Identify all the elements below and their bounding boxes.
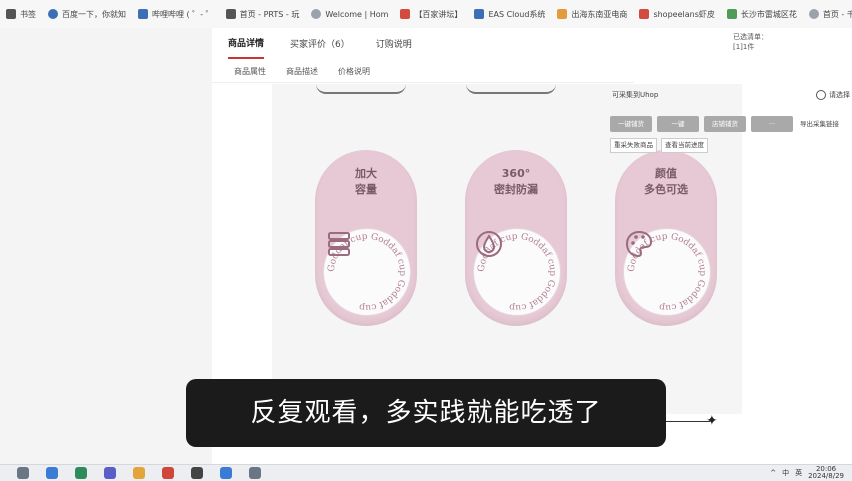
pill-label: 颜值 多色可选 xyxy=(644,167,688,196)
gear-icon xyxy=(816,90,826,100)
bookmark-item[interactable]: 【百家讲坛】 xyxy=(394,0,468,28)
shopee-icon xyxy=(639,9,650,19)
pill-top-outline xyxy=(316,84,406,94)
bookmark-item[interactable]: 哔哩哔哩 ( ゜- ゜ xyxy=(132,0,220,28)
one-click-button[interactable]: 一键 xyxy=(657,116,699,132)
taskbar: ^ 中 英 20:06 2024/8/29 xyxy=(0,464,852,481)
subtab-price-notes[interactable]: 价格说明 xyxy=(338,66,370,77)
left-margin xyxy=(0,28,212,464)
pill-label: 加大 容量 xyxy=(355,167,377,196)
app-icon[interactable] xyxy=(191,467,203,479)
more-button[interactable]: ··· xyxy=(751,116,793,132)
bookmark-item[interactable]: 百度一下，你就知 xyxy=(42,0,132,28)
map-icon xyxy=(726,9,737,19)
retry-failed-button[interactable]: 重采失败商品 xyxy=(610,138,657,153)
droplet-icon xyxy=(476,231,502,257)
browser-icon[interactable] xyxy=(46,467,58,479)
bookmark-item[interactable]: 长沙市雷城区花 xyxy=(721,0,803,28)
bilibili-icon xyxy=(138,9,148,19)
app-icon[interactable] xyxy=(249,467,261,479)
prts-icon xyxy=(225,9,236,19)
settings-link[interactable]: 请选择 xyxy=(816,90,850,100)
store-list-button[interactable]: 店铺铺货 xyxy=(704,116,746,132)
bookmark-item[interactable]: Welcome | Hom xyxy=(305,0,394,28)
bookmarks-bar: 书签 百度一下，你就知 哔哩哔哩 ( ゜- ゜ 首页 - PRTS - 玩 We… xyxy=(0,0,852,29)
pill-badge: Goddaf cup Goddaf cup Goddaf cup xyxy=(623,228,711,316)
palette-icon xyxy=(625,230,653,258)
collect-toolbar-secondary: 重采失败商品 查看当前进度 xyxy=(610,138,708,153)
shop-icon xyxy=(557,9,568,19)
caption-connector-line xyxy=(666,421,710,422)
start-icon[interactable] xyxy=(17,467,29,479)
bookmark-item[interactable]: EAS Cloud系统 xyxy=(468,0,551,28)
feature-pill-leakproof: 360° 密封防漏 Goddaf cup Goddaf cup Goddaf c… xyxy=(465,150,567,326)
language-indicator[interactable]: 英 xyxy=(795,468,802,478)
system-tray: ^ 中 英 20:06 2024/8/29 xyxy=(770,465,852,481)
storage-icon xyxy=(328,232,350,256)
baidu-icon xyxy=(48,9,58,19)
bookmark-item[interactable]: shopeelans虾皮 xyxy=(633,0,720,28)
cloud-icon xyxy=(474,9,485,19)
tab-buyer-reviews[interactable]: 买家评价（6） xyxy=(290,29,350,58)
subtab-description[interactable]: 商品描述 xyxy=(286,66,318,77)
sparkle-icon: ✦ xyxy=(706,413,718,429)
pill-label: 360° 密封防漏 xyxy=(494,167,538,196)
chat-icon[interactable] xyxy=(75,467,87,479)
feature-pill-capacity: 加大 容量 Goddaf cup Goddaf cup Goddaf cup xyxy=(315,150,417,326)
globe-icon xyxy=(311,9,322,19)
bookmark-item[interactable]: 出海东南亚电商 xyxy=(551,0,633,28)
pill-badge: Goddaf cup Goddaf cup Goddaf cup xyxy=(323,228,411,316)
uhop-collect-label: 可采集到Uhop xyxy=(612,91,659,99)
bookmark-item[interactable]: 首页 - PRTS - 玩 xyxy=(220,0,306,28)
product-image: 加大 容量 Goddaf cup Goddaf cup Goddaf cup 3… xyxy=(272,84,742,414)
app-icon[interactable] xyxy=(104,467,116,479)
ime-indicator[interactable]: 中 xyxy=(782,468,789,478)
supply-icon xyxy=(808,9,819,19)
detail-tabs: 商品详情 买家评价（6） 订购说明 xyxy=(212,28,628,59)
app-icon[interactable] xyxy=(162,467,174,479)
feature-pill-colors: 颜值 多色可选 Goddaf cup Goddaf cup Goddaf cup xyxy=(615,150,717,326)
app-icon[interactable] xyxy=(220,467,232,479)
collect-toolbar: 一键铺货 一键 店铺铺货 ··· 导出采集链接 xyxy=(610,116,841,132)
clock[interactable]: 20:06 2024/8/29 xyxy=(808,466,844,480)
view-progress-button[interactable]: 查看当前进度 xyxy=(661,138,708,153)
video-icon xyxy=(400,9,411,19)
folder-icon xyxy=(6,9,16,19)
tab-order-notes[interactable]: 订购说明 xyxy=(376,29,412,58)
folder-icon[interactable] xyxy=(133,467,145,479)
video-caption: 反复观看，多实践就能吃透了 xyxy=(186,379,666,447)
bookmark-item[interactable]: 首页 - 千帆供应 xyxy=(803,0,852,28)
export-links-button[interactable]: 导出采集链接 xyxy=(798,116,841,132)
bookmark-item[interactable]: 书签 xyxy=(0,0,42,28)
tray-expand-icon[interactable]: ^ xyxy=(770,469,776,477)
detail-subtabs: 商品属性 商品描述 价格说明 xyxy=(212,60,634,83)
one-click-list-button[interactable]: 一键铺货 xyxy=(610,116,652,132)
subtab-attributes[interactable]: 商品属性 xyxy=(234,66,266,77)
pill-top-outline xyxy=(466,84,556,94)
pill-badge: Goddaf cup Goddaf cup Goddaf cup xyxy=(473,228,561,316)
tab-product-detail[interactable]: 商品详情 xyxy=(228,28,265,59)
selected-list-info: 已选清单： [1]1件 xyxy=(733,33,768,51)
